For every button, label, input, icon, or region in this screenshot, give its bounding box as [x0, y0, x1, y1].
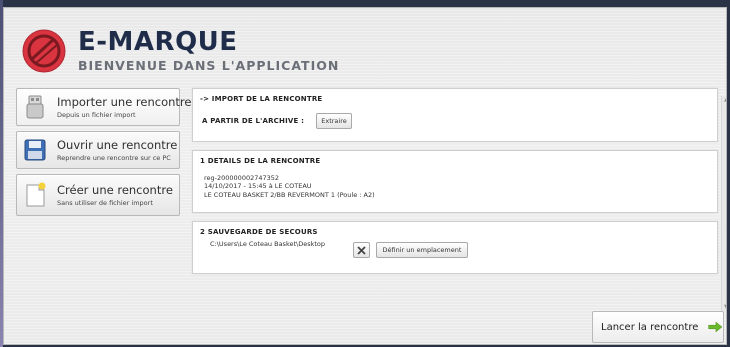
floppy-disk-icon — [24, 139, 46, 161]
launch-match-button[interactable]: Lancer la rencontre — [592, 311, 724, 343]
archive-label: A PARTIR DE L'ARCHIVE : — [202, 117, 305, 125]
app-header: E-MARQUE BIENVENUE DANS L'APPLICATION — [22, 26, 339, 76]
extract-button[interactable]: Extraire — [316, 113, 352, 129]
green-arrow-icon — [708, 321, 723, 333]
app-window: E-MARQUE BIENVENUE DANS L'APPLICATION Im… — [3, 7, 727, 345]
details-panel-title: 1 DETAILS DE LA RENCONTRE — [200, 157, 321, 165]
import-panel-title: -> IMPORT DE LA RENCONTRE — [200, 95, 323, 103]
content-scrollbar[interactable]: ▲ ▼ — [721, 96, 726, 311]
import-match-sublabel: Depuis un fichier import — [57, 111, 136, 119]
match-datetime: 14/10/2017 - 15:45 à LE COTEAU — [204, 182, 312, 190]
backup-panel: 2 SAUVEGARDE DE SECOURS C:\Users\Le Cote… — [192, 221, 718, 274]
app-subtitle: BIENVENUE DANS L'APPLICATION — [78, 58, 340, 73]
create-match-button[interactable]: Créer une rencontre Sans utiliser de fic… — [16, 174, 180, 216]
import-match-button[interactable]: Importer une rencontre Depuis un fichier… — [16, 88, 191, 126]
scroll-up-icon[interactable]: ▲ — [723, 97, 726, 103]
clear-path-button[interactable] — [353, 242, 370, 258]
open-match-label: Ouvrir une rencontre — [57, 138, 178, 152]
usb-drive-icon — [26, 95, 44, 119]
create-match-sublabel: Sans utiliser de fichier import — [57, 199, 153, 207]
app-title-block: E-MARQUE BIENVENUE DANS L'APPLICATION — [78, 29, 339, 73]
backup-path: C:\Users\Le Coteau Basket\Desktop — [210, 240, 326, 248]
open-match-sublabel: Reprendre une rencontre sur ce PC — [57, 154, 171, 162]
create-match-label: Créer une rencontre — [57, 183, 173, 197]
new-document-icon — [26, 182, 46, 207]
open-match-button[interactable]: Ouvrir une rencontre Reprendre une renco… — [16, 131, 180, 169]
app-title: E-MARQUE — [78, 27, 238, 57]
import-match-label: Importer une rencontre — [57, 95, 192, 109]
backup-panel-title: 2 SAUVEGARDE DE SECOURS — [200, 228, 318, 236]
e-marque-logo-icon — [22, 29, 66, 73]
scroll-down-icon[interactable]: ▼ — [723, 304, 726, 310]
launch-match-label: Lancer la rencontre — [601, 321, 699, 333]
match-teams: LE COTEAU BASKET 2/BB REVERMONT 1 (Poule… — [204, 191, 375, 199]
details-panel: 1 DETAILS DE LA RENCONTRE reg-2000000027… — [192, 150, 718, 213]
define-location-button[interactable]: Définir un emplacement — [376, 242, 468, 258]
import-panel: -> IMPORT DE LA RENCONTRE A PARTIR DE L'… — [192, 88, 718, 142]
close-x-icon — [357, 245, 366, 255]
